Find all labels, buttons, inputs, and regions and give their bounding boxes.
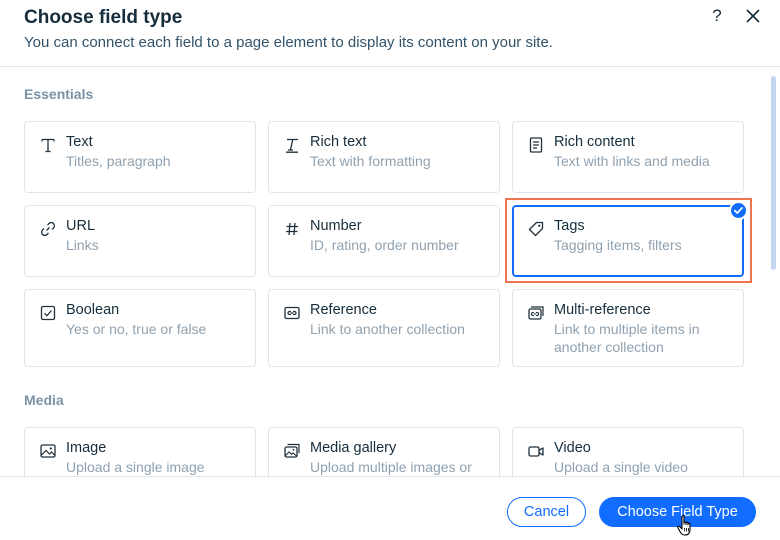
close-button[interactable] [742, 4, 764, 28]
dialog-header: Choose field type You can connect each f… [0, 0, 780, 66]
card-title: Video [554, 440, 591, 456]
link-icon [39, 220, 57, 238]
field-card-rich-content[interactable]: Rich content Text with links and media [512, 121, 744, 193]
card-title: Number [310, 218, 362, 234]
field-card-url[interactable]: URL Links [24, 205, 256, 277]
selected-check-badge [729, 201, 748, 220]
field-card-video[interactable]: Video Upload a single video [512, 427, 744, 476]
card-title: Image [66, 440, 107, 456]
close-icon [746, 9, 760, 23]
field-card-reference[interactable]: Reference Link to another collection [268, 289, 500, 367]
card-description: Link to multiple items in another collec… [554, 321, 700, 355]
field-card-media-gallery[interactable]: Media gallery Upload multiple images or [268, 427, 500, 476]
card-description: Yes or no, true or false [66, 321, 207, 337]
card-title: Text [66, 134, 93, 150]
field-card-rich-text[interactable]: Rich text Text with formatting [268, 121, 500, 193]
card-description: Links [66, 237, 99, 253]
card-description: Titles, paragraph [66, 153, 171, 169]
card-title: URL [66, 218, 96, 234]
card-description: Link to another collection [310, 321, 465, 337]
card-description: Upload a single image [66, 459, 205, 475]
card-description: Upload multiple images or [310, 459, 472, 475]
card-description: Text with links and media [554, 153, 710, 169]
checkbox-icon [39, 304, 57, 322]
video-icon [527, 442, 545, 460]
field-card-boolean[interactable]: Boolean Yes or no, true or false [24, 289, 256, 367]
card-title: Rich text [310, 134, 367, 150]
section-label-media: Media [24, 392, 64, 408]
help-button[interactable]: ? [706, 4, 728, 28]
text-icon [39, 136, 57, 154]
section-label-essentials: Essentials [24, 86, 94, 102]
field-card-image[interactable]: Image Upload a single image [24, 427, 256, 476]
reference-icon [283, 304, 301, 322]
card-title: Reference [310, 302, 377, 318]
card-title: Media gallery [310, 440, 397, 456]
dialog-title: Choose field type [24, 7, 183, 28]
card-description: ID, rating, order number [310, 237, 459, 253]
image-icon [39, 442, 57, 460]
field-type-list[interactable]: Essentials Text Titles, paragraph Rich t… [0, 67, 780, 476]
card-title: Multi-reference [554, 302, 651, 318]
selection-highlight [505, 198, 752, 283]
rich-content-icon [527, 136, 545, 154]
cancel-button[interactable]: Cancel [507, 497, 586, 527]
dialog-subtitle: You can connect each field to a page ele… [24, 34, 553, 51]
multi-reference-icon [527, 304, 545, 322]
field-card-text[interactable]: Text Titles, paragraph [24, 121, 256, 193]
card-description: Upload a single video [554, 459, 688, 475]
hash-icon [283, 220, 301, 238]
rich-text-icon [283, 136, 301, 154]
hand-cursor-icon [676, 514, 696, 538]
scrollbar-thumb[interactable] [771, 76, 776, 270]
checkmark-icon [733, 207, 743, 214]
card-title: Boolean [66, 302, 120, 318]
card-title: Rich content [554, 134, 635, 150]
gallery-icon [283, 442, 301, 460]
field-card-number[interactable]: Number ID, rating, order number [268, 205, 500, 277]
field-card-multi-reference[interactable]: Multi-reference Link to multiple items i… [512, 289, 744, 367]
footer-divider [0, 476, 780, 477]
card-description: Text with formatting [310, 153, 431, 169]
